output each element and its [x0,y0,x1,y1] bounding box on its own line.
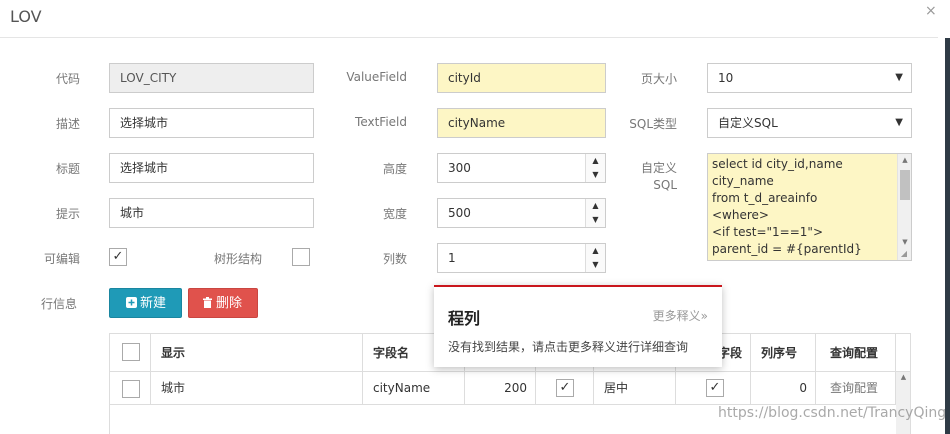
editable-label: 可编辑 [43,252,80,266]
spin-down-icon[interactable]: ▼ [586,213,605,227]
hint-input[interactable]: 城市 [109,198,314,228]
page-size-select[interactable]: 10 ▼ [707,63,912,93]
sql-type-select[interactable]: 自定义SQL ▼ [707,108,912,138]
value-field-input[interactable]: cityId [437,63,606,93]
title-input[interactable]: 选择城市 [109,153,314,183]
sql-line: <if test="1==1"> [712,225,823,239]
cell-query-config: 查询配置 [816,372,896,405]
spin-up-icon[interactable]: ▲ [586,199,605,213]
code-input[interactable]: LOV_CITY [109,63,314,93]
cell-display[interactable]: 城市 [151,372,363,405]
header-order: 列序号 [751,334,816,372]
custom-sql-label-line2: SQL [653,178,677,192]
delete-row-label: 删除 [216,296,243,311]
cell-order[interactable]: 0 [751,372,816,405]
more-definitions-link[interactable]: 更多释义» [653,307,708,324]
header-scroll-space [896,334,910,372]
header-query-config: 查询配置 [816,334,896,372]
cell-field[interactable]: cityName [363,372,465,405]
columns-label: 列数 [382,252,407,266]
text-field-label: TextField [355,115,407,129]
table-row [110,372,151,405]
sql-line: parent_id = #{parentId} [712,242,862,256]
height-label: 高度 [382,162,407,176]
sql-line: <where> [712,208,769,222]
select-all-checkbox[interactable] [122,343,140,361]
dialog-title: LOV [10,7,42,26]
page-size-value: 10 [718,71,734,85]
scroll-up-icon[interactable]: ▲ [896,372,910,382]
code-label: 代码 [55,72,80,86]
editable-checkbox[interactable]: ✓ [109,248,127,266]
height-stepper[interactable]: ▲ ▼ [585,154,605,182]
desc-input[interactable]: 选择城市 [109,108,314,138]
custom-sql-label: 自定义 SQL [620,160,677,194]
columns-value: 1 [448,251,456,265]
cell-visible-checkbox[interactable]: ✓ [556,379,574,397]
delete-row-button[interactable]: 删除 [188,288,258,318]
header-select-all [110,334,151,372]
textarea-scrollbar[interactable]: ▲ ▼ [897,154,911,260]
scroll-down-icon[interactable]: ▼ [898,236,911,248]
page-size-label: 页大小 [640,72,677,86]
row-info-label: 行信息 [40,297,77,311]
height-input[interactable]: 300 ▲ ▼ [437,153,606,183]
height-value: 300 [448,161,471,175]
sql-line: from t_d_areainfo [712,191,818,205]
query-config-link[interactable]: 查询配置 [830,381,878,395]
tree-label: 树形结构 [213,252,262,266]
add-row-button[interactable]: 新建 [109,288,182,318]
width-stepper[interactable]: ▲ ▼ [585,199,605,227]
hint-label: 提示 [55,207,80,221]
spin-down-icon[interactable]: ▼ [586,258,605,272]
columns-stepper[interactable]: ▲ ▼ [585,244,605,272]
popup-title: 程列 [448,309,481,328]
header-display: 显示 [151,334,363,372]
custom-sql-label-line1: 自定义 [640,161,677,175]
spin-down-icon[interactable]: ▼ [586,168,605,182]
spin-up-icon[interactable]: ▲ [586,154,605,168]
desc-label: 描述 [55,117,80,131]
caret-down-icon: ▼ [895,117,903,128]
cell-visible: ✓ [536,372,594,405]
scroll-thumb[interactable] [900,170,910,200]
sql-line: select id city_id,name [712,157,843,171]
background-edge-top [938,0,950,38]
dialog-header: LOV × [0,0,948,38]
row-select-checkbox[interactable] [122,380,140,398]
background-edge [945,0,950,434]
cell-field2: ✓ [676,372,751,405]
table-scrollbar[interactable]: ▲ [896,372,910,434]
lov-dialog: LOV × 代码 LOV_CITY 描述 选择城市 标题 选择城市 提示 城市 … [0,0,950,434]
resize-handle-icon[interactable]: ◢ [897,248,911,260]
width-value: 500 [448,206,471,220]
sql-type-label: SQL类型 [629,117,677,131]
sql-type-value: 自定义SQL [718,116,778,130]
add-row-label: 新建 [140,296,167,311]
cell-width[interactable]: 200 [465,372,536,405]
value-field-label: ValueField [346,70,407,84]
custom-sql-textarea[interactable]: select id city_id,name city_name from t_… [707,153,912,261]
trash-icon [203,297,212,308]
close-icon[interactable]: × [925,3,937,19]
popup-message: 没有找到结果，请点击更多释义进行详细查询 [448,340,689,354]
dictionary-popup: 程列 更多释义» 没有找到结果，请点击更多释义进行详细查询 [434,285,722,367]
width-label: 宽度 [382,207,407,221]
cell-align[interactable]: 居中 [594,372,676,405]
width-input[interactable]: 500 ▲ ▼ [437,198,606,228]
plus-square-icon [126,297,137,308]
watermark: https://blog.csdn.net/TrancyQing [718,405,947,421]
tree-checkbox[interactable] [292,248,310,266]
sql-line: city_name [712,174,774,188]
cell-field2-checkbox[interactable]: ✓ [706,379,724,397]
caret-down-icon: ▼ [895,72,903,83]
text-field-input[interactable]: cityName [437,108,606,138]
title-label: 标题 [55,162,80,176]
spin-up-icon[interactable]: ▲ [586,244,605,258]
columns-input[interactable]: 1 ▲ ▼ [437,243,606,273]
scroll-up-icon[interactable]: ▲ [898,154,911,166]
